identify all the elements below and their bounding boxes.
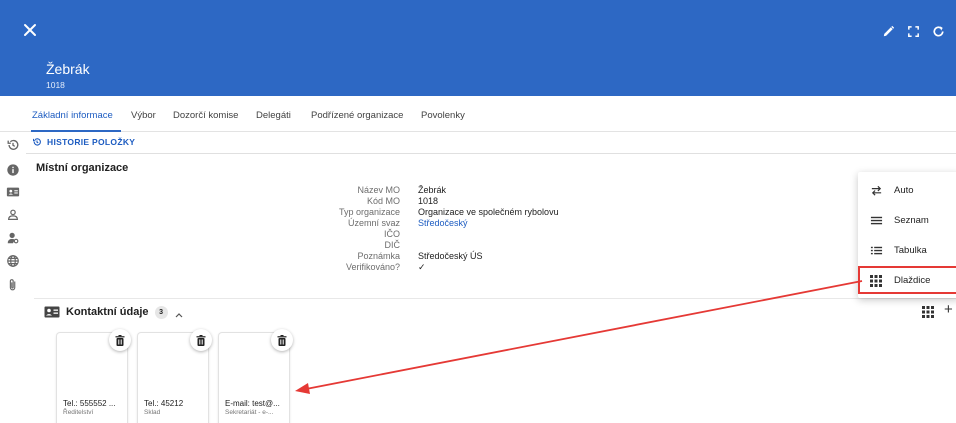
pencil-icon[interactable]: [881, 24, 896, 39]
tab-zakladni-informace[interactable]: Základní informace: [32, 110, 113, 121]
tab-povolenky[interactable]: Povolenky: [421, 110, 465, 121]
info-row-ico: IČO: [240, 229, 660, 240]
info-label: Kód MO: [366, 196, 400, 206]
section-title: Místní organizace: [36, 162, 129, 174]
table-list-icon: [870, 244, 883, 257]
header-bar: Žebrák 1018: [0, 0, 956, 96]
info-label: Územní svaz: [347, 218, 400, 228]
page-title: Žebrák: [46, 61, 90, 77]
menu-item-dlazdice[interactable]: Dlaždice: [858, 266, 956, 294]
divider: [26, 153, 956, 154]
contacts-header: Kontaktní údaje 3: [44, 304, 184, 320]
refresh-icon[interactable]: [931, 24, 946, 39]
info-row-nazev: Název MO Žebrák: [240, 185, 660, 196]
menu-item-label: Auto: [894, 184, 914, 196]
info-label: Typ organizace: [338, 207, 400, 217]
menu-item-label: Seznam: [894, 214, 929, 226]
contacts-label: Kontaktní údaje: [66, 306, 149, 318]
info-icon[interactable]: [6, 163, 20, 177]
info-label: Název MO: [357, 185, 400, 195]
info-label: Verifikováno?: [345, 262, 400, 272]
delete-icon[interactable]: [109, 329, 131, 351]
contact-tile[interactable]: Tel.: 45212 Sklad: [138, 329, 212, 423]
contact-tile[interactable]: Tel.: 555552 ... Ředitelství: [57, 329, 131, 423]
info-row-dic: DIČ: [240, 240, 660, 251]
page-subtitle: 1018: [46, 80, 65, 90]
detail-window: Žebrák 1018 Základní informace Výbor Doz…: [0, 0, 956, 423]
count-badge: 3: [154, 305, 168, 319]
info-value: Středočeský ÚS: [418, 251, 483, 261]
info-row-uzemni-svaz: Územní svaz Středočeský: [240, 218, 660, 229]
tile-main-text: E-mail: test@...: [225, 399, 280, 408]
menu-item-seznam[interactable]: Seznam: [858, 206, 956, 234]
tile-main-text: Tel.: 45212: [144, 399, 184, 408]
menu-item-label: Dlaždice: [894, 274, 931, 286]
info-value: 1018: [418, 196, 439, 206]
active-tab-indicator: [31, 130, 121, 132]
history-button[interactable]: HISTORIE POLOŽKY: [32, 135, 135, 149]
view-mode-menu: Auto Seznam Tabulka Dlaždice: [858, 172, 956, 298]
history-label: HISTORIE POLOŽKY: [47, 137, 136, 147]
uzemni-svaz-link[interactable]: Středočeský: [418, 218, 468, 229]
info-label: IČO: [383, 229, 400, 239]
tab-delegati[interactable]: Delegáti: [256, 110, 291, 121]
members-icon[interactable]: [6, 208, 20, 222]
info-label: DIČ: [384, 240, 401, 250]
side-rail: [0, 132, 26, 423]
info-row-typ: Typ organizace Organizace ve společném r…: [240, 207, 660, 218]
history-icon: [33, 138, 41, 146]
info-value: Žebrák: [418, 185, 447, 195]
menu-item-label: Tabulka: [894, 244, 927, 256]
tab-bar: Základní informace Výbor Dozorčí komise …: [0, 96, 956, 132]
info-list: Název MO Žebrák Kód MO 1018 Typ organiza…: [240, 185, 660, 273]
tab-podrizene-organizace[interactable]: Podřízené organizace: [311, 110, 403, 121]
close-icon[interactable]: [22, 22, 42, 42]
contact-tile[interactable]: E-mail: test@... Sekretariát - e-...: [219, 329, 293, 423]
info-value: Organizace ve společném rybolovu: [418, 207, 559, 217]
list-icon: [870, 214, 883, 227]
tiles-grid-icon: [870, 274, 883, 287]
person-search-icon[interactable]: [6, 231, 20, 245]
chevron-up-icon[interactable]: [174, 307, 184, 318]
tile-sub-text: Sklad: [144, 409, 161, 416]
globe-icon[interactable]: [6, 254, 20, 268]
history-icon[interactable]: [6, 138, 20, 152]
tile-main-text: Tel.: 555552 ...: [63, 399, 116, 408]
tab-vybor[interactable]: Výbor: [131, 110, 156, 121]
delete-icon[interactable]: [190, 329, 212, 351]
info-label: Poznámka: [357, 251, 400, 261]
divider: [34, 298, 956, 299]
attachment-icon[interactable]: [6, 278, 20, 292]
info-row-kod: Kód MO 1018: [240, 196, 660, 207]
tiles-grid-icon[interactable]: [922, 305, 935, 318]
tile-sub-text: Ředitelství: [63, 409, 94, 416]
menu-item-auto[interactable]: Auto: [858, 176, 956, 204]
contact-card-icon: [44, 306, 60, 318]
delete-icon[interactable]: [271, 329, 293, 351]
swap-icon: [870, 184, 883, 197]
info-row-verifikovano: Verifikováno? ✓: [240, 262, 660, 273]
check-icon: ✓: [418, 262, 426, 272]
info-row-poznamka: Poznámka Středočeský ÚS: [240, 251, 660, 262]
tile-sub-text: Sekretariát - e-...: [225, 409, 274, 416]
menu-item-tabulka[interactable]: Tabulka: [858, 236, 956, 264]
contact-card-icon[interactable]: [6, 185, 20, 199]
add-icon[interactable]: +: [944, 302, 953, 318]
tab-dozorci-komise[interactable]: Dozorčí komise: [173, 110, 238, 121]
fullscreen-icon[interactable]: [906, 24, 921, 39]
